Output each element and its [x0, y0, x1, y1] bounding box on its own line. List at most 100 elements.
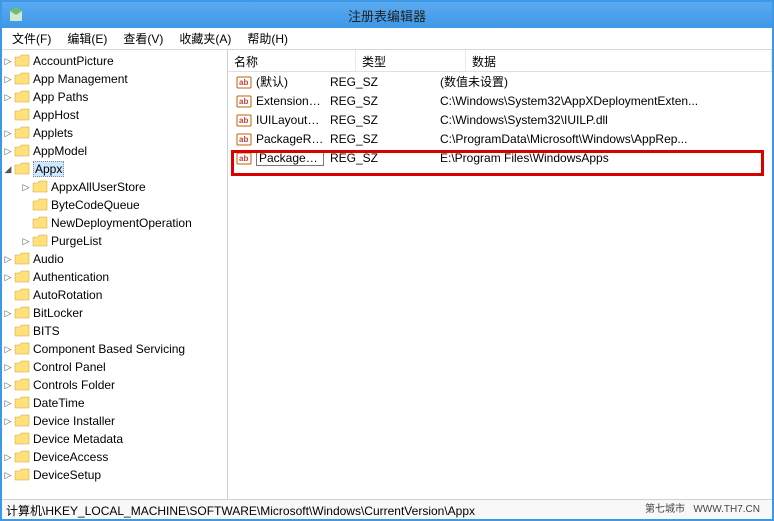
- tree-item-label: AppHost: [33, 108, 79, 122]
- tree-item-label: App Management: [33, 72, 128, 86]
- folder-icon: [14, 252, 30, 266]
- tree-item[interactable]: Device Metadata: [2, 430, 227, 448]
- tree-item[interactable]: ▷AppModel: [2, 142, 227, 160]
- tree-item[interactable]: ▷Device Installer: [2, 412, 227, 430]
- string-value-icon: ab: [236, 112, 252, 128]
- value-row[interactable]: abPackageRootREG_SZE:\Program Files\Wind…: [228, 148, 772, 167]
- tree-item[interactable]: ▷ BitLocker: [2, 304, 227, 322]
- tree-item-label: PurgeList: [51, 234, 102, 248]
- value-row[interactable]: abIUILayoutPolic...REG_SZC:\Windows\Syst…: [228, 110, 772, 129]
- folder-icon: [14, 324, 30, 338]
- menu-help[interactable]: 帮助(H): [239, 28, 296, 49]
- tree-item[interactable]: ▷ DateTime: [2, 394, 227, 412]
- list-body[interactable]: ab(默认)REG_SZ(数值未设置)abExtensionsMo...REG_…: [228, 72, 772, 499]
- tree-item-label: BitLocker: [33, 306, 83, 320]
- expand-icon[interactable]: ▷: [2, 380, 14, 391]
- expand-icon[interactable]: ▷: [2, 416, 14, 427]
- value-type: REG_SZ: [330, 94, 440, 108]
- value-data: C:\Windows\System32\IUILP.dll: [440, 113, 772, 127]
- expand-icon[interactable]: ▷: [2, 74, 14, 85]
- tree-item[interactable]: AppHost: [2, 106, 227, 124]
- expand-icon[interactable]: ▷: [2, 362, 14, 373]
- folder-icon: [32, 198, 48, 212]
- folder-icon: [14, 108, 30, 122]
- tree-item-label: App Paths: [33, 90, 88, 104]
- folder-icon: [14, 360, 30, 374]
- folder-icon: [14, 144, 30, 158]
- folder-icon: [14, 432, 30, 446]
- tree-item[interactable]: ▷Authentication: [2, 268, 227, 286]
- svg-text:ab: ab: [239, 78, 248, 87]
- value-data: C:\ProgramData\Microsoft\Windows\AppRep.…: [440, 132, 772, 146]
- titlebar[interactable]: 注册表编辑器: [2, 2, 772, 28]
- client-area: ▷ AccountPicture ▷ App Management ▷ App Paths…: [2, 50, 772, 499]
- tree-item[interactable]: ▷ App Management: [2, 70, 227, 88]
- tree-item-label: DateTime: [33, 396, 85, 410]
- tree-item[interactable]: AutoRotation: [2, 286, 227, 304]
- tree-pane[interactable]: ▷ AccountPicture ▷ App Management ▷ App Paths…: [2, 50, 228, 499]
- value-row[interactable]: abPackageRepos...REG_SZC:\ProgramData\Mi…: [228, 129, 772, 148]
- tree-item[interactable]: ▷ Component Based Servicing: [2, 340, 227, 358]
- tree-item[interactable]: ▷AppxAllUserStore: [2, 178, 227, 196]
- tree-item[interactable]: BITS: [2, 322, 227, 340]
- folder-icon: [14, 450, 30, 464]
- expand-icon[interactable]: ▷: [2, 344, 14, 355]
- menu-file[interactable]: 文件(F): [4, 28, 59, 49]
- expand-icon[interactable]: ▷: [2, 308, 14, 319]
- tree-item[interactable]: ▷Applets: [2, 124, 227, 142]
- menu-favorites[interactable]: 收藏夹(A): [171, 28, 239, 49]
- expand-icon[interactable]: ▷: [2, 128, 14, 139]
- tree-item-label: DeviceSetup: [33, 468, 101, 482]
- expand-icon[interactable]: ▷: [2, 398, 14, 409]
- expand-icon[interactable]: ▷: [2, 272, 14, 283]
- attribution-url: WWW.TH7.CN: [693, 504, 760, 515]
- expand-icon[interactable]: ▷: [2, 470, 14, 481]
- tree-item[interactable]: ▷Controls Folder: [2, 376, 227, 394]
- tree-item-label: AutoRotation: [33, 288, 102, 302]
- value-row[interactable]: ab(默认)REG_SZ(数值未设置): [228, 72, 772, 91]
- tree-item[interactable]: ▷Audio: [2, 250, 227, 268]
- tree-item-label: DeviceAccess: [33, 450, 108, 464]
- expand-icon[interactable]: ▷: [2, 146, 14, 157]
- tree-item[interactable]: ▷ App Paths: [2, 88, 227, 106]
- expand-icon[interactable]: ▷: [2, 56, 14, 67]
- col-name[interactable]: 名称: [228, 50, 356, 71]
- svg-text:ab: ab: [239, 97, 248, 106]
- registry-editor-window: 注册表编辑器 文件(F) 编辑(E) 查看(V) 收藏夹(A) 帮助(H) ▷A…: [0, 0, 774, 521]
- tree-item-label: AccountPicture: [33, 54, 114, 68]
- tree-item[interactable]: ▷ DeviceSetup: [2, 466, 227, 484]
- tree-item-label: BITS: [33, 324, 60, 338]
- string-value-icon: ab: [236, 93, 252, 109]
- col-data[interactable]: 数据: [466, 50, 772, 71]
- menu-view[interactable]: 查看(V): [115, 28, 171, 49]
- expand-icon[interactable]: ▷: [2, 452, 14, 463]
- tree-item[interactable]: NewDeploymentOperation: [2, 214, 227, 232]
- value-type: REG_SZ: [330, 151, 440, 165]
- tree-item[interactable]: ▷ AccountPicture: [2, 52, 227, 70]
- value-data: C:\Windows\System32\AppXDeploymentExten.…: [440, 94, 772, 108]
- tree-item-label: Component Based Servicing: [33, 342, 185, 356]
- expand-icon[interactable]: ▷: [2, 92, 14, 103]
- tree-item[interactable]: ◢Appx: [2, 160, 227, 178]
- attribution-site: 第七城市: [645, 504, 685, 515]
- tree-item[interactable]: ▷Control Panel: [2, 358, 227, 376]
- folder-icon: [32, 234, 48, 248]
- tree-item[interactable]: ▷ PurgeList: [2, 232, 227, 250]
- folder-icon: [14, 162, 30, 176]
- menubar: 文件(F) 编辑(E) 查看(V) 收藏夹(A) 帮助(H): [2, 28, 772, 50]
- folder-icon: [14, 288, 30, 302]
- menu-edit[interactable]: 编辑(E): [59, 28, 115, 49]
- tree-item-label: ByteCodeQueue: [51, 198, 140, 212]
- value-row[interactable]: abExtensionsMo...REG_SZC:\Windows\System…: [228, 91, 772, 110]
- tree-item[interactable]: ByteCodeQueue: [2, 196, 227, 214]
- tree-item[interactable]: ▷ DeviceAccess: [2, 448, 227, 466]
- expand-icon[interactable]: ▷: [20, 236, 32, 247]
- tree-item-label: NewDeploymentOperation: [51, 216, 192, 230]
- attribution: 第七城市 WWW.TH7.CN: [645, 500, 760, 515]
- expand-icon[interactable]: ▷: [2, 254, 14, 265]
- expand-icon[interactable]: ▷: [20, 182, 32, 193]
- col-type[interactable]: 类型: [356, 50, 466, 71]
- svg-text:ab: ab: [239, 154, 248, 163]
- collapse-icon[interactable]: ◢: [2, 164, 14, 175]
- value-name[interactable]: PackageRoot: [256, 150, 324, 166]
